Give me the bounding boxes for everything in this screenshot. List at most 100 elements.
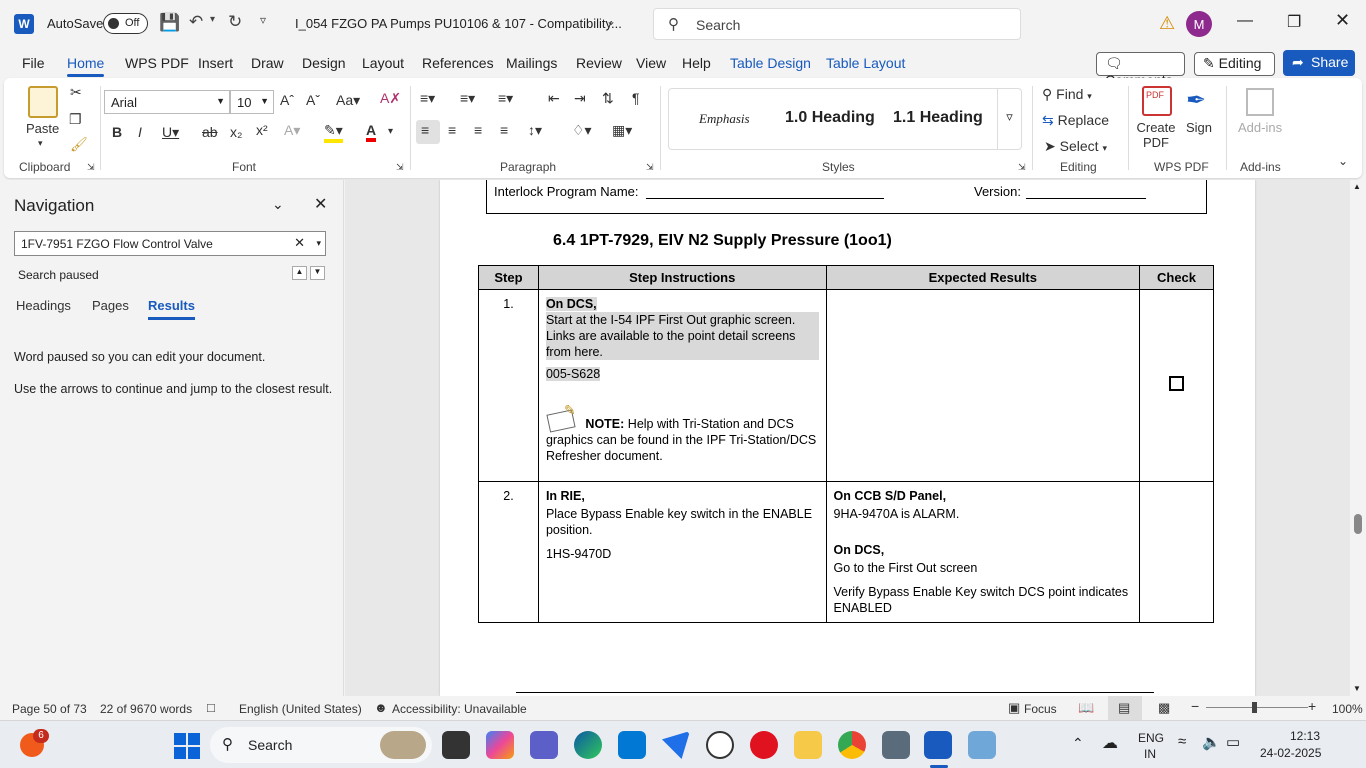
tray-chevron-icon[interactable]: ⌃ [1072, 735, 1084, 752]
language[interactable]: English (United States) [239, 702, 362, 716]
autosave-toggle[interactable]: Off [103, 13, 148, 34]
font-color-dropdown-icon[interactable]: ▾ [388, 126, 393, 137]
tab-headings[interactable]: Headings [16, 298, 71, 313]
edge-icon[interactable] [574, 731, 602, 759]
paste-dropdown-icon[interactable]: ▾ [38, 138, 43, 149]
proofing-icon[interactable]: □ [207, 700, 215, 715]
taskbar-search[interactable]: ⚲ Search [210, 727, 432, 763]
align-right-icon[interactable]: ≡ [474, 122, 482, 138]
tab-wps-pdf[interactable]: WPS PDF [125, 55, 189, 71]
copy-icon[interactable]: ❐ [69, 111, 82, 128]
replace-button[interactable]: ⇆ Replace [1042, 112, 1109, 129]
editing-mode-button[interactable]: ✎ Editing ▾ [1194, 52, 1275, 88]
collapse-ribbon-icon[interactable]: ⌄ [1338, 154, 1348, 168]
scrollbar-thumb[interactable] [1354, 514, 1362, 534]
style-heading-1[interactable]: 1.0 Heading [785, 109, 875, 127]
accessibility-status[interactable]: Accessibility: Unavailable [392, 702, 527, 716]
font-size-field[interactable]: 10 ▼ [230, 90, 274, 114]
share-button[interactable]: ➦ Share [1283, 50, 1355, 76]
tab-home[interactable]: Home [67, 55, 105, 77]
check-cell[interactable] [1139, 481, 1214, 623]
network-tray-icon[interactable]: ☁ [1102, 733, 1118, 753]
nav-close-icon[interactable]: ✕ [314, 194, 327, 214]
tab-results[interactable]: Results [148, 298, 195, 320]
paragraph-launcher-icon[interactable]: ⇲ [646, 162, 654, 173]
create-pdf-icon[interactable]: PDF [1142, 86, 1172, 116]
line-spacing-icon[interactable]: ↕▾ [528, 122, 542, 139]
bold-icon[interactable]: B [112, 124, 122, 140]
save-icon[interactable]: 💾 [159, 13, 180, 33]
multilevel-list-icon[interactable]: ≡▾ [498, 90, 513, 107]
align-left-icon[interactable]: ≡ [416, 120, 440, 144]
document-title[interactable]: I_054 FZGO PA Pumps PU10106 & 107 - Comp… [295, 16, 622, 31]
nav-search-input[interactable]: 1FV-7951 FZGO Flow Control Valve ✕ ▾ [14, 231, 326, 256]
expected-cell[interactable]: On CCB S/D Panel, 9HA-9470A is ALARM. On… [825, 481, 1141, 623]
zoom-slider-thumb[interactable] [1252, 702, 1257, 713]
title-chevron-icon[interactable]: ⌄ [606, 14, 616, 28]
copilot-icon[interactable] [486, 731, 514, 759]
sort-icon[interactable]: ⇅ [602, 90, 614, 107]
font-name-field[interactable]: Arial ▼ [104, 90, 230, 114]
shrink-font-icon[interactable]: Aˇ [306, 92, 320, 108]
undo-icon[interactable]: ↶ [189, 12, 203, 32]
paste-icon[interactable] [28, 86, 58, 118]
tab-file[interactable]: File [22, 55, 45, 71]
font-color-icon[interactable]: A [366, 122, 377, 142]
styles-more-icon[interactable]: ▿ [997, 89, 1021, 149]
word-count[interactable]: 22 of 9670 words [100, 702, 192, 716]
font-launcher-icon[interactable]: ⇲ [396, 162, 404, 173]
shading-icon[interactable]: ♢▾ [572, 122, 592, 139]
tab-draw[interactable]: Draw [251, 55, 284, 71]
accessibility-icon[interactable]: ☻ [374, 700, 388, 715]
chrome-icon[interactable] [838, 731, 866, 759]
highlight-icon[interactable]: ✎▾ [324, 122, 343, 143]
print-layout-icon[interactable]: ▤ [1118, 700, 1130, 716]
find-button[interactable]: ⚲ Find ▾ [1042, 86, 1092, 103]
teams-icon[interactable] [530, 731, 558, 759]
sign-icon[interactable]: ✒ [1186, 86, 1206, 115]
next-result-icon[interactable]: ▼ [310, 266, 325, 280]
zoom-level[interactable]: 100% [1332, 702, 1363, 716]
dell-icon[interactable] [706, 731, 734, 759]
clear-formatting-icon[interactable]: A✗ [380, 90, 401, 107]
word-taskbar-icon[interactable] [924, 731, 952, 759]
tab-insert[interactable]: Insert [198, 55, 233, 71]
style-emphasis[interactable]: Emphasis [699, 111, 750, 127]
check-cell[interactable] [1139, 289, 1214, 482]
underline-icon[interactable]: U▾ [162, 124, 179, 141]
minimize-icon[interactable]: — [1237, 12, 1253, 30]
clear-search-icon[interactable]: ✕ [294, 235, 305, 251]
page-count[interactable]: Page 50 of 73 [12, 702, 87, 716]
instructions-cell[interactable]: In RIE, Place Bypass Enable key switch i… [537, 481, 827, 623]
undo-dropdown-icon[interactable]: ▾ [210, 14, 215, 25]
paste-button[interactable]: Paste [26, 121, 59, 136]
store-icon[interactable] [618, 731, 646, 759]
search-options-icon[interactable]: ▾ [316, 238, 321, 249]
borders-icon[interactable]: ▦▾ [612, 122, 632, 139]
cut-icon[interactable]: ✂ [70, 84, 82, 101]
superscript-icon[interactable]: x² [256, 122, 268, 138]
align-center-icon[interactable]: ≡ [448, 122, 456, 138]
tab-review[interactable]: Review [576, 55, 622, 71]
previous-result-icon[interactable]: ▲ [292, 266, 307, 280]
checkbox[interactable] [1169, 376, 1185, 391]
nav-options-chevron-icon[interactable]: ⌄ [272, 196, 284, 213]
tab-references[interactable]: References [422, 55, 494, 71]
clock-date[interactable]: 24-02-2025 [1260, 746, 1321, 760]
scroll-down-icon[interactable]: ▼ [1353, 684, 1361, 693]
read-mode-icon[interactable]: 📖 [1078, 700, 1094, 716]
zoom-slider[interactable] [1206, 707, 1308, 708]
scroll-up-icon[interactable]: ▲ [1353, 182, 1361, 191]
numbering-icon[interactable]: ≡▾ [460, 90, 475, 107]
show-marks-icon[interactable]: ¶ [632, 90, 640, 106]
app-icon[interactable] [882, 731, 910, 759]
expected-cell[interactable] [825, 289, 1141, 482]
tab-layout[interactable]: Layout [362, 55, 404, 71]
web-layout-icon[interactable]: ▩ [1158, 700, 1170, 716]
zoom-in-icon[interactable]: + [1308, 698, 1316, 714]
battery-icon[interactable]: ▭ [1226, 733, 1240, 751]
search-box[interactable]: ⚲ Search [653, 8, 1021, 40]
grow-font-icon[interactable]: Aˆ [280, 92, 294, 108]
tab-view[interactable]: View [636, 55, 666, 71]
clipboard-launcher-icon[interactable]: ⇲ [87, 162, 95, 173]
